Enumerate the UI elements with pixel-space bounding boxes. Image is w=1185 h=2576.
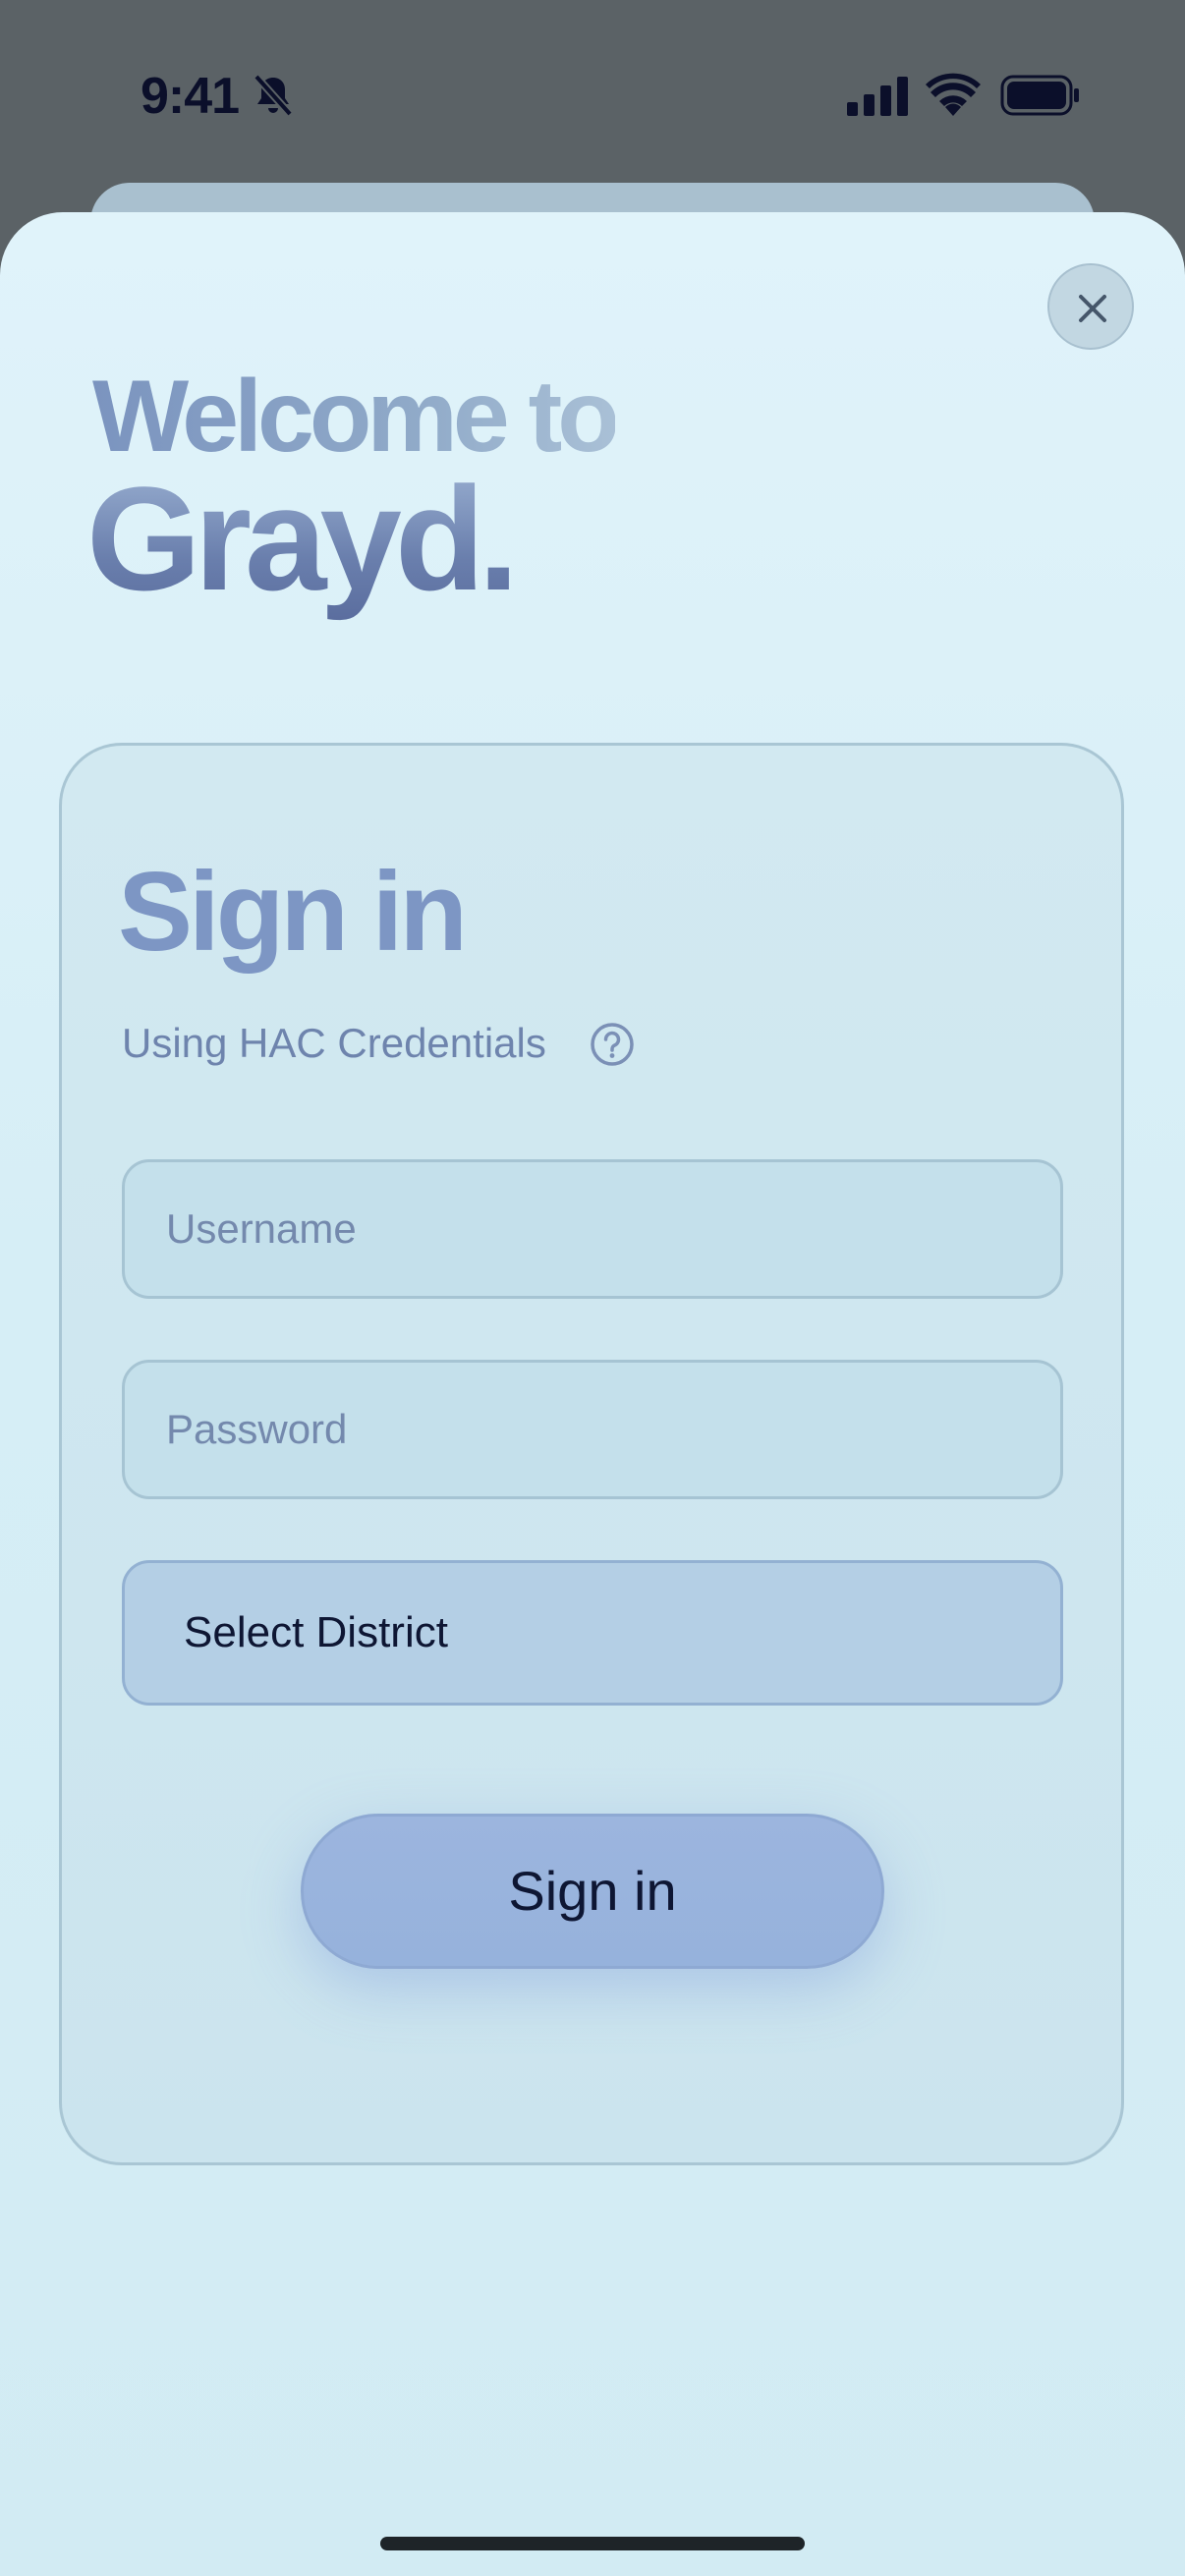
bell-slash-icon xyxy=(250,72,297,119)
status-bar: 9:41 xyxy=(0,0,1185,196)
password-field[interactable] xyxy=(122,1360,1063,1499)
cellular-signal-icon xyxy=(847,77,908,116)
app-name-heading: Grayd. xyxy=(86,458,519,640)
username-field[interactable] xyxy=(122,1159,1063,1299)
welcome-heading: Welcome to xyxy=(92,360,620,474)
wifi-icon xyxy=(926,73,981,116)
signin-subtitle: Using HAC Credentials xyxy=(122,1020,546,1066)
district-select[interactable]: Select District xyxy=(122,1560,1063,1706)
district-select-label: Select District xyxy=(184,1608,448,1656)
home-indicator[interactable] xyxy=(380,2537,805,2550)
signin-title: Sign in xyxy=(118,850,468,975)
close-button[interactable] xyxy=(1047,263,1134,350)
status-time: 9:41 xyxy=(141,68,240,125)
close-icon xyxy=(1071,287,1114,330)
battery-icon xyxy=(1000,75,1081,116)
signin-button[interactable]: Sign in xyxy=(301,1814,884,1969)
signin-button-label: Sign in xyxy=(508,1860,677,1922)
question-circle-icon[interactable] xyxy=(590,1022,635,1067)
